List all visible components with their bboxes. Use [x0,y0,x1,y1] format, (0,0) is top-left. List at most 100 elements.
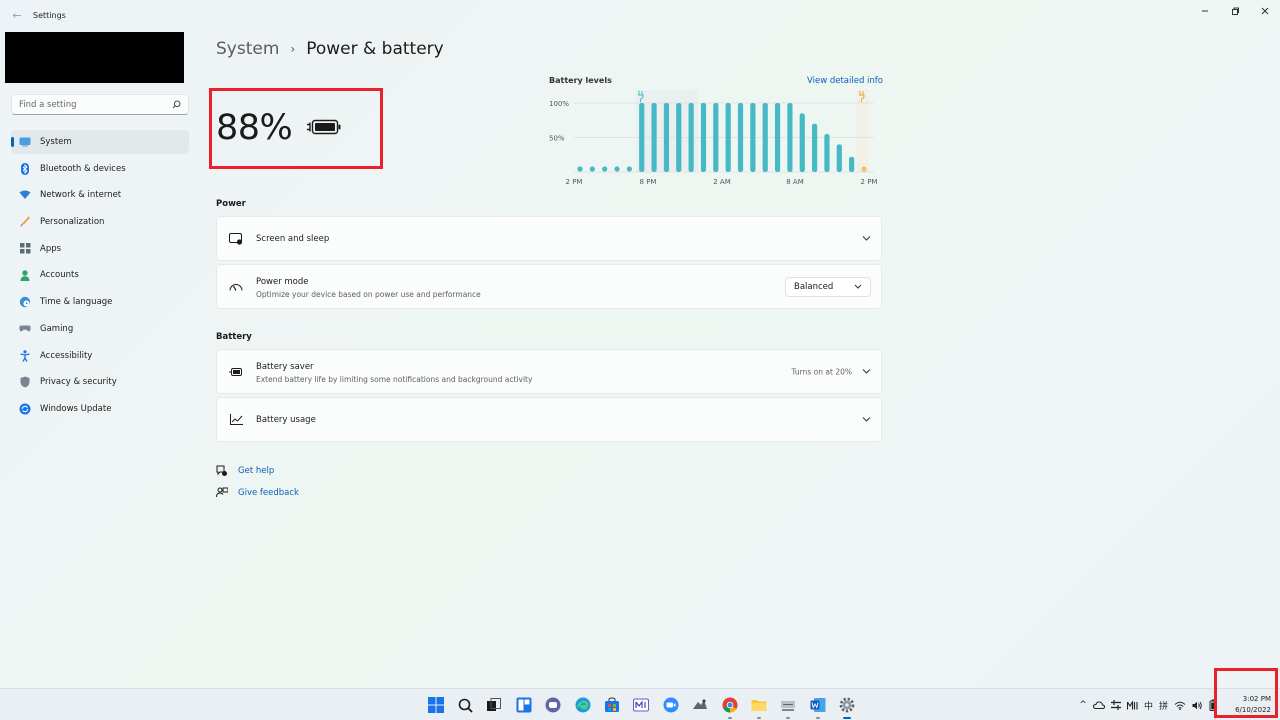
power-mode-dropdown[interactable]: Balanced [785,276,871,297]
chevron-down-icon [862,234,871,243]
battery-level-bar [651,103,657,172]
teams-chat-button[interactable] [539,689,568,720]
close-button[interactable] [1250,0,1280,22]
network-drive-button[interactable] [774,689,803,720]
ime-pad-icon [1126,700,1138,709]
settings-button[interactable] [832,689,861,720]
mail-tray-button[interactable] [1124,689,1141,720]
sidebar-item-system[interactable]: System [11,130,189,154]
ime-mode-button[interactable]: 拼 [1156,689,1171,720]
settings-gear-icon [839,697,855,713]
sidebar-item-windows-update[interactable]: Windows Update [11,397,189,421]
game-app-button[interactable] [686,689,715,720]
battery-level-bar [688,103,694,172]
sidebar-item-label: Time & language [40,297,113,308]
sidebar-item-privacy-security[interactable]: Privacy & security [11,370,189,394]
sidebar-item-label: Windows Update [40,403,112,414]
battery-saver-status: Turns on at 20% [791,367,852,376]
store-icon [605,697,620,712]
battery-level-bar [849,156,855,172]
show-hidden-icons-button[interactable]: ^ [1076,689,1090,720]
give-feedback-link[interactable]: Give feedback [238,488,299,498]
wifi-tray-button[interactable] [1171,689,1189,720]
find-setting-search[interactable] [11,94,189,115]
chart-line-icon [229,413,243,427]
chevron-down-icon [862,415,871,424]
breadcrumb: System › Power & battery [216,39,444,59]
x-tick-label: 8 PM [640,178,657,186]
page-title: Power & battery [306,39,444,59]
task-view-button[interactable] [480,689,509,720]
mail-app-button[interactable] [627,689,656,720]
battery-level-bar [663,103,670,172]
back-arrow-icon[interactable]: ← [10,9,24,23]
word-button[interactable] [803,689,832,720]
get-help-link[interactable]: Get help [238,466,274,476]
windows-start-icon [427,697,444,713]
sidebar-item-label: Personalization [40,217,105,228]
screen-and-sleep-title: Screen and sleep [256,233,330,244]
volume-tray-button[interactable] [1189,689,1206,720]
cloud-icon [1092,701,1105,709]
chevron-down-icon [862,367,871,376]
sidebar-item-apps[interactable]: Apps [11,237,189,261]
battery-level-bar [713,103,719,172]
input-tray-button[interactable] [1108,689,1124,720]
store-button[interactable] [597,689,626,720]
sidebar-item-label: Gaming [40,323,74,334]
app-title: Settings [33,11,66,20]
sidebar-item-bluetooth[interactable]: Bluetooth & devices [11,157,189,181]
sidebar-item-time-language[interactable]: Time & language [11,290,189,314]
sidebar-item-label: Accounts [40,270,79,281]
ime-language-text: 中 [1143,701,1153,712]
clock-highlight-box [1214,668,1278,718]
sidebar-item-accessibility[interactable]: Accessibility [11,344,189,368]
running-indicator [786,717,791,719]
x-tick-label: 8 AM [786,178,804,186]
screen-and-sleep-card[interactable]: Screen and sleep [216,216,882,261]
monitor-icon [19,136,31,148]
chrome-button[interactable] [715,689,744,720]
breadcrumb-parent-system[interactable]: System [216,39,279,59]
battery-level-bar [700,103,707,172]
screen-and-sleep-expand[interactable] [862,234,871,243]
zoom-icon [663,697,679,713]
battery-levels-plot: 100% 50% 2 PM 8 PM 2 AM 8 AM 2 PM [549,90,877,186]
gamepad-icon [19,323,31,335]
get-help-icon [216,465,228,477]
minimize-button[interactable] [1190,0,1220,22]
sidebar-item-accounts[interactable]: Accounts [11,263,189,287]
give-feedback-row[interactable]: Give feedback [216,487,299,499]
onedrive-tray-button[interactable] [1090,689,1108,720]
maximize-button[interactable] [1220,0,1250,22]
start-button[interactable] [421,689,450,720]
battery-usage-expand[interactable] [862,415,871,424]
get-help-row[interactable]: Get help [216,465,274,477]
edge-button[interactable] [568,689,597,720]
battery-usage-title: Battery usage [256,414,316,425]
search-icon[interactable] [172,100,181,109]
search-input[interactable] [19,99,172,110]
battery-level-dot [589,166,595,172]
wifi-icon [19,189,31,201]
file-explorer-button[interactable] [744,689,773,720]
zoom-button[interactable] [656,689,685,720]
account-profile-redacted[interactable] [5,32,184,83]
taskbar-search-button[interactable] [450,689,479,720]
sidebar-item-personalization[interactable]: Personalization [11,210,189,234]
accessibility-icon [19,349,31,362]
battery-usage-card[interactable]: Battery usage [216,397,882,442]
y-tick-label: 50% [549,135,565,143]
battery-level-bar [639,103,645,172]
battery-saver-card[interactable]: Battery saver Extend battery life by lim… [216,349,882,394]
sidebar-item-gaming[interactable]: Gaming [11,317,189,341]
ime-language-button[interactable]: 中 [1141,689,1156,720]
x-tick-label: 2 AM [713,178,731,186]
battery-saver-expand[interactable]: Turns on at 20% [791,367,871,376]
battery-level-bar [774,103,781,172]
running-indicator [756,717,761,719]
sidebar-item-network[interactable]: Network & internet [11,183,189,207]
widgets-button[interactable] [509,689,538,720]
minimize-icon [1202,10,1208,12]
taskbar: ^ 中 拼 3:02 PM 6/10/2022 [0,688,1280,720]
